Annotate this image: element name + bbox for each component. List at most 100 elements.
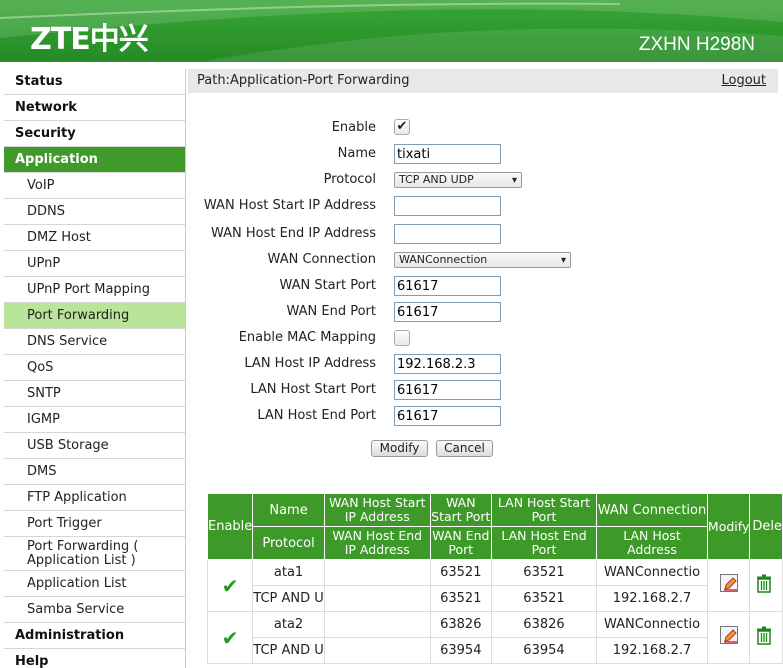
trash-icon[interactable] — [756, 626, 772, 645]
row-enabled-cell: ✔ — [206, 559, 254, 612]
nav-igmp[interactable]: IGMP — [4, 407, 185, 433]
col-enable: Enable — [206, 493, 254, 560]
wan-connection-selected: WANConnection — [399, 253, 488, 266]
modify-button[interactable]: Modify — [371, 440, 428, 457]
col-wan-connection: WAN Connection — [596, 493, 708, 527]
row-modify-cell — [706, 611, 751, 664]
protocol-label: Protocol — [323, 172, 376, 187]
nav-help[interactable]: Help — [4, 649, 185, 668]
breadcrumb-path: Path:Application-Port Forwarding — [197, 73, 410, 88]
chevron-down-icon: ▾ — [560, 255, 566, 266]
nav-administration[interactable]: Administration — [4, 623, 185, 649]
row-lan-end-port: 63954 — [490, 637, 598, 664]
row-lan-start-port: 63521 — [490, 559, 598, 586]
wan-host-end-row: WAN Host End IP Address — [188, 224, 778, 244]
edit-icon[interactable] — [719, 574, 738, 592]
nav-dmz-host[interactable]: DMZ Host — [4, 225, 185, 251]
enable-checkbox[interactable]: ✔ — [394, 119, 410, 135]
row-lan-host: 192.168.2.7 — [596, 585, 708, 612]
nav-ftp-application[interactable]: FTP Application — [4, 485, 185, 511]
nav-application[interactable]: Application — [4, 147, 185, 173]
row-lan-start-port: 63826 — [490, 611, 598, 638]
enable-row: Enable ✔ — [188, 118, 778, 138]
wan-host-end-input[interactable] — [394, 224, 501, 244]
nav-port-forwarding-app-list[interactable]: Port Forwarding ( Application List ) — [4, 537, 185, 571]
col-protocol: Protocol — [252, 526, 325, 560]
lan-host-ip-row: LAN Host IP Address — [188, 354, 778, 374]
col-lan-host-start-port: LAN Host Start Port — [490, 493, 598, 527]
protocol-selected: TCP AND UDP — [399, 173, 474, 186]
col-wan-start-port: WAN Start Port — [429, 493, 492, 527]
row-enabled-cell: ✔ — [206, 611, 254, 664]
wan-end-port-row: WAN End Port — [188, 302, 778, 322]
wan-end-port-input[interactable] — [394, 302, 501, 322]
nav-security[interactable]: Security — [4, 121, 185, 147]
mac-mapping-label: Enable MAC Mapping — [238, 330, 376, 345]
nav-status[interactable]: Status — [4, 69, 185, 95]
lan-host-start-row: LAN Host Start Port — [188, 380, 778, 400]
lan-host-end-input[interactable] — [394, 406, 501, 426]
nav-port-forwarding[interactable]: Port Forwarding — [4, 303, 185, 329]
trash-icon[interactable] — [756, 574, 772, 593]
wan-host-start-label: WAN Host Start IP Address — [203, 198, 376, 213]
row-wan-end-port: 63521 — [429, 585, 492, 612]
nav-application-list[interactable]: Application List — [4, 571, 185, 597]
col-name: Name — [252, 493, 325, 527]
protocol-row: Protocol TCP AND UDP ▾ — [188, 170, 778, 190]
col-wan-end-port: WAN End Port — [429, 526, 492, 560]
wan-connection-row: WAN Connection WANConnection ▾ — [188, 250, 778, 270]
row-lan-host: 192.168.2.7 — [596, 637, 708, 664]
nav-ddns[interactable]: DDNS — [4, 199, 185, 225]
col-lan-host-end-port: LAN Host End Port — [490, 526, 598, 560]
nav-upnp[interactable]: UPnP — [4, 251, 185, 277]
cancel-button[interactable]: Cancel — [436, 440, 493, 457]
wan-host-end-label: WAN Host End IP Address — [210, 226, 376, 241]
header-banner: ZTE中兴 ZXHN H298N — [0, 0, 783, 62]
mac-mapping-checkbox[interactable] — [394, 330, 410, 346]
logout-link[interactable]: Logout — [721, 69, 766, 93]
row-delete-cell — [749, 611, 783, 664]
wan-host-start-row: WAN Host Start IP Address — [188, 196, 778, 216]
nav-samba-service[interactable]: Samba Service — [4, 597, 185, 623]
nav-network[interactable]: Network — [4, 95, 185, 121]
lan-host-ip-label: LAN Host IP Address — [244, 356, 376, 371]
lan-host-start-label: LAN Host Start Port — [250, 382, 376, 397]
table-row: TCP AND U 63954 63954 192.168.2.7 — [208, 637, 783, 664]
row-wan-host-end — [323, 637, 431, 664]
name-input[interactable] — [394, 144, 501, 164]
enable-label: Enable — [331, 120, 376, 135]
nav-port-trigger[interactable]: Port Trigger — [4, 511, 185, 537]
lan-host-start-input[interactable] — [394, 380, 501, 400]
wan-host-start-input[interactable] — [394, 196, 501, 216]
checkmark-icon: ✔ — [221, 625, 239, 650]
row-wan-host-end — [323, 585, 431, 612]
wan-start-port-input[interactable] — [394, 276, 501, 296]
row-wan-start-port: 63521 — [429, 559, 492, 586]
row-lan-end-port: 63521 — [490, 585, 598, 612]
row-wan-start-port: 63826 — [429, 611, 492, 638]
nav-dms[interactable]: DMS — [4, 459, 185, 485]
col-modify: Modify — [706, 493, 751, 560]
table-row: ✔ ata2 63826 63826 WANConnectio — [206, 611, 783, 664]
wan-connection-label: WAN Connection — [267, 252, 376, 267]
table-row: TCP AND U 63521 63521 192.168.2.7 — [208, 585, 783, 612]
edit-icon[interactable] — [719, 626, 738, 644]
wan-connection-select[interactable]: WANConnection ▾ — [394, 252, 571, 268]
lan-host-end-label: LAN Host End Port — [257, 408, 376, 423]
col-wan-host-start: WAN Host Start IP Address — [323, 493, 431, 527]
nav-upnp-port-mapping[interactable]: UPnP Port Mapping — [4, 277, 185, 303]
nav-dns-service[interactable]: DNS Service — [4, 329, 185, 355]
nav-qos[interactable]: QoS — [4, 355, 185, 381]
row-modify-cell — [706, 559, 751, 612]
protocol-select[interactable]: TCP AND UDP ▾ — [394, 172, 522, 188]
row-wan-connection: WANConnectio — [596, 611, 708, 638]
row-wan-host-start — [323, 559, 431, 586]
col-wan-host-end: WAN Host End IP Address — [323, 526, 431, 560]
nav-usb-storage[interactable]: USB Storage — [4, 433, 185, 459]
nav-sntp[interactable]: SNTP — [4, 381, 185, 407]
lan-host-ip-input[interactable] — [394, 354, 501, 374]
breadcrumb: Path:Application-Port Forwarding Logout — [188, 69, 778, 93]
row-protocol: TCP AND U — [252, 637, 325, 664]
nav-voip[interactable]: VoIP — [4, 173, 185, 199]
row-name: ata2 — [252, 611, 325, 638]
